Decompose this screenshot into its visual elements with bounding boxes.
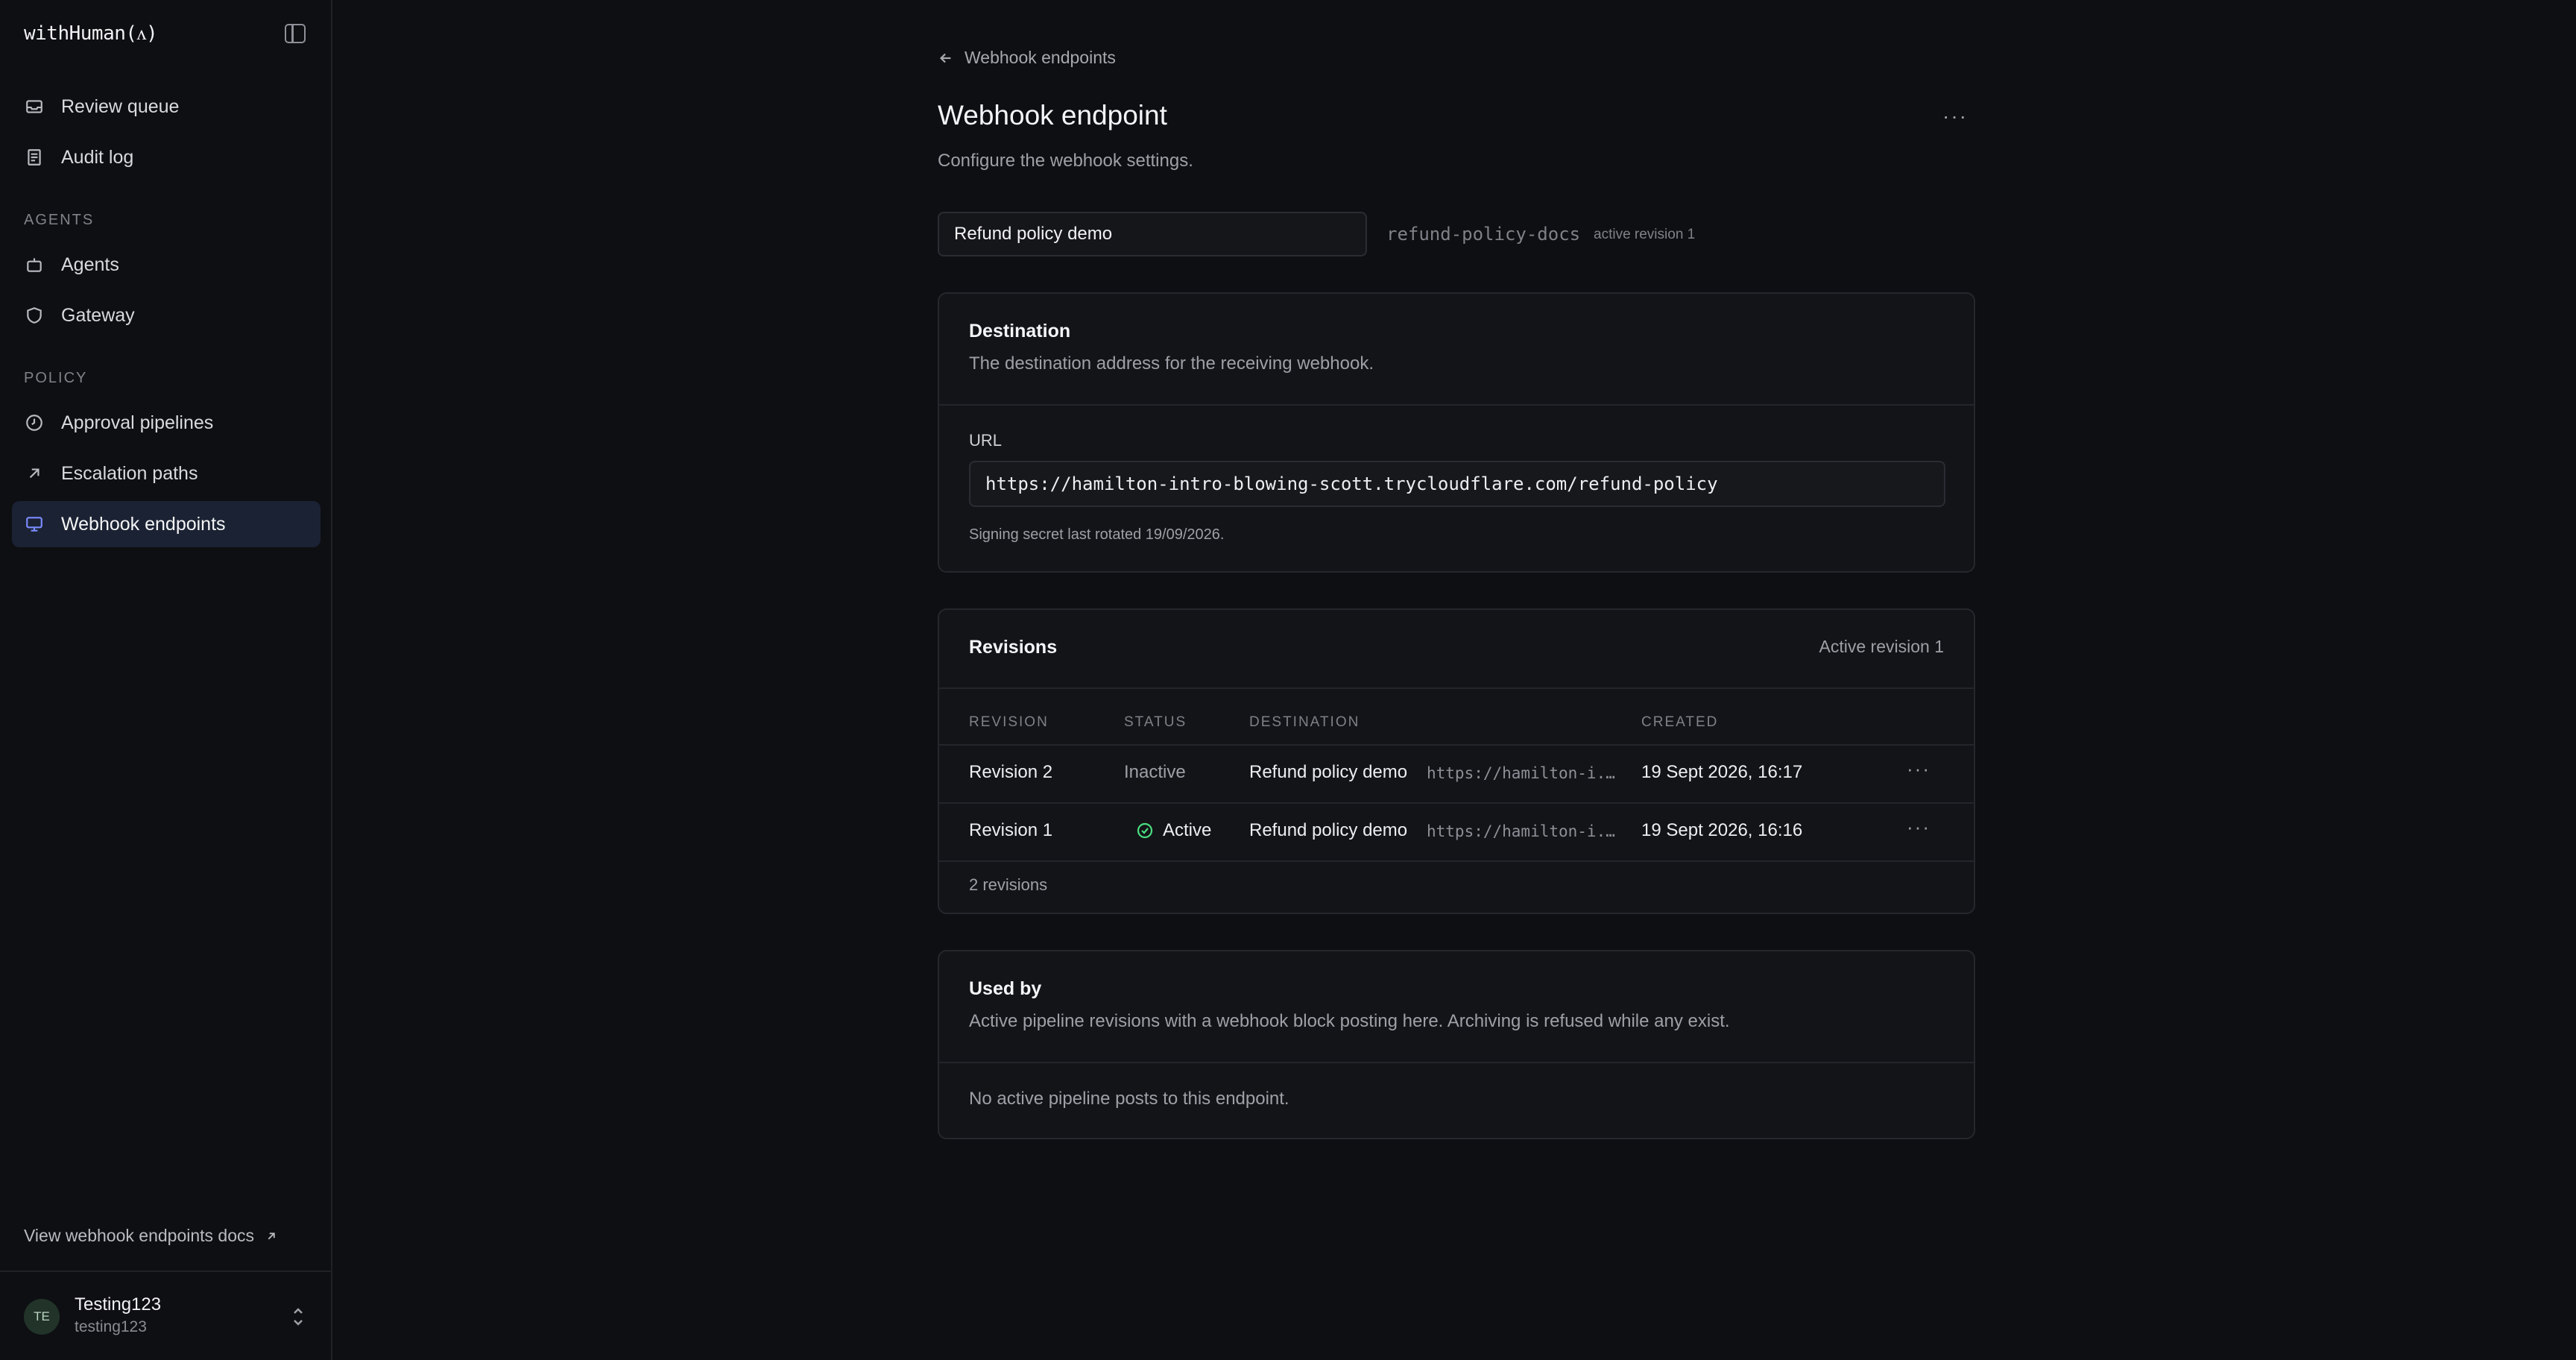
- row-actions-icon[interactable]: ···: [1907, 816, 1931, 839]
- url-input[interactable]: https://hamilton-intro-blowing-scott.try…: [969, 461, 1945, 507]
- divider: [939, 1062, 1974, 1063]
- sidebar-item-label: Agents: [61, 254, 119, 275]
- monitor-icon: [24, 514, 45, 535]
- column-header-status: STATUS: [1124, 714, 1187, 730]
- revision-cell: Revision 1: [969, 820, 1053, 840]
- check-circle-icon: [1137, 822, 1153, 839]
- sidebar-item-escalation-paths[interactable]: Escalation paths: [12, 450, 321, 497]
- sidebar-item-label: Review queue: [61, 95, 180, 117]
- brand-logo[interactable]: withHuman(ᴧ): [24, 22, 158, 45]
- empty-state-text: No active pipeline posts to this endpoin…: [969, 1089, 1289, 1109]
- sidebar: withHuman(ᴧ) Review queue Audit log AGEN…: [0, 0, 332, 1360]
- arrow-up-right-icon: [24, 463, 45, 484]
- breadcrumb[interactable]: Webhook endpoints: [938, 48, 1116, 68]
- divider: [939, 687, 1974, 689]
- sidebar-item-label: Gateway: [61, 304, 135, 326]
- signing-secret-help: Signing secret last rotated 19/09/2026.: [969, 526, 1225, 543]
- inbox-icon: [24, 96, 45, 117]
- page-title: Webhook endpoint: [938, 100, 1167, 130]
- status-cell: Active: [1136, 820, 1211, 841]
- destination-name-cell: Refund policy demo: [1249, 762, 1408, 782]
- active-revision-label: Active revision 1: [1819, 637, 1944, 656]
- avatar: TE: [24, 1299, 60, 1335]
- created-cell: 19 Sept 2026, 16:16: [1641, 820, 1803, 840]
- bot-icon: [24, 254, 45, 275]
- sidebar-toggle-icon[interactable]: [285, 24, 306, 43]
- row-actions-icon[interactable]: ···: [1907, 758, 1931, 781]
- docs-link[interactable]: View webhook endpoints docs: [24, 1226, 278, 1246]
- destination-url-cell: https://hamilton-i...: [1427, 764, 1617, 782]
- status-cell: Inactive: [1124, 762, 1186, 782]
- used-by-description: Active pipeline revisions with a webhook…: [969, 1011, 1730, 1031]
- sidebar-item-label: Approval pipelines: [61, 412, 214, 433]
- destination-name-cell: Refund policy demo: [1249, 820, 1408, 840]
- sidebar-item-label: Audit log: [61, 146, 134, 168]
- active-revision-tag: active revision 1: [1594, 227, 1696, 242]
- divider: [939, 404, 1974, 406]
- section-label-policy: POLICY: [24, 370, 88, 386]
- sidebar-item-label: Webhook endpoints: [61, 513, 226, 535]
- shield-icon: [24, 305, 45, 326]
- column-header-revision: REVISION: [969, 714, 1049, 730]
- breadcrumb-label: Webhook endpoints: [965, 48, 1116, 67]
- endpoint-slug: refund-policy-docs: [1386, 224, 1581, 245]
- document-icon: [24, 147, 45, 168]
- column-header-created: CREATED: [1641, 714, 1719, 730]
- user-handle: testing123: [75, 1318, 147, 1335]
- status-label: Active: [1163, 820, 1212, 840]
- user-menu[interactable]: TE Testing123 testing123: [0, 1271, 331, 1360]
- endpoint-name-input[interactable]: Refund policy demo: [938, 212, 1367, 256]
- column-header-destination: DESTINATION: [1249, 714, 1360, 730]
- destination-description: The destination address for the receivin…: [969, 353, 1374, 374]
- external-link-icon: [268, 1232, 275, 1239]
- revisions-card: Revisions Active revision 1 REVISION STA…: [938, 608, 1975, 914]
- user-name: Testing123: [75, 1294, 162, 1315]
- sidebar-item-label: Escalation paths: [61, 462, 198, 484]
- clock-icon: [24, 412, 45, 433]
- destination-card: Destination The destination address for …: [938, 292, 1975, 573]
- arrow-left-icon: [939, 53, 951, 63]
- section-label-agents: AGENTS: [24, 212, 95, 228]
- used-by-title: Used by: [969, 978, 1042, 999]
- divider: [939, 860, 1974, 862]
- url-label: URL: [969, 431, 1003, 450]
- destination-url-cell: https://hamilton-i...: [1427, 822, 1617, 840]
- sidebar-item-gateway[interactable]: Gateway: [12, 292, 321, 339]
- sidebar-item-agents[interactable]: Agents: [12, 242, 321, 288]
- created-cell: 19 Sept 2026, 16:17: [1641, 762, 1803, 782]
- sidebar-item-review-queue[interactable]: Review queue: [12, 84, 321, 130]
- table-row[interactable]: Revision 2 Inactive Refund policy demo h…: [939, 746, 1974, 802]
- sidebar-item-audit-log[interactable]: Audit log: [12, 134, 321, 180]
- chevron-up-down-icon[interactable]: [289, 1305, 307, 1329]
- revision-cell: Revision 2: [969, 762, 1053, 782]
- sidebar-item-approval-pipelines[interactable]: Approval pipelines: [12, 400, 321, 446]
- revision-count: 2 revisions: [969, 875, 1048, 894]
- destination-title: Destination: [969, 321, 1071, 341]
- docs-link-label: View webhook endpoints docs: [24, 1226, 255, 1245]
- sidebar-item-webhook-endpoints[interactable]: Webhook endpoints: [12, 501, 321, 547]
- revisions-title: Revisions: [969, 637, 1058, 658]
- page-subtitle: Configure the webhook settings.: [938, 151, 1193, 171]
- more-options-icon[interactable]: ···: [1942, 104, 1968, 128]
- table-row[interactable]: Revision 1 Active Refund policy demo htt…: [939, 804, 1974, 860]
- used-by-card: Used by Active pipeline revisions with a…: [938, 950, 1975, 1139]
